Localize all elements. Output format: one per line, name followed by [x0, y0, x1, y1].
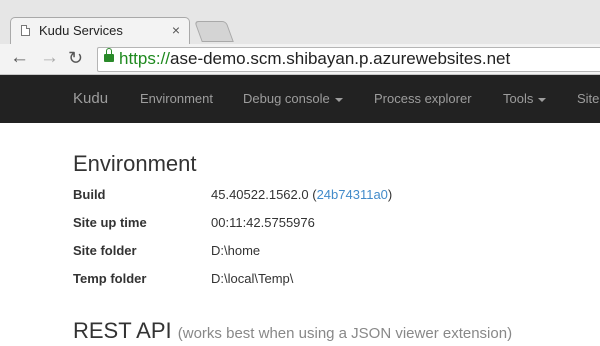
rest-api-heading: REST API (works best when using a JSON v…	[73, 318, 512, 344]
nav-environment[interactable]: Environment	[140, 91, 213, 106]
url-text: https://ase-demo.scm.shibayan.p.azureweb…	[119, 49, 510, 69]
url-scheme: https://	[119, 49, 171, 68]
navbar-brand[interactable]: Kudu	[73, 90, 108, 107]
url-host: ase-demo.scm.shibayan.p.azurewebsites.ne…	[170, 49, 511, 68]
nav-tools[interactable]: Tools	[503, 91, 547, 106]
reload-icon[interactable]: ↻	[68, 47, 83, 69]
tab-title: Kudu Services	[39, 23, 123, 38]
temp-folder-value: D:\local\Temp\	[211, 271, 294, 286]
nav-site[interactable]: Site	[577, 91, 599, 106]
site-folder-value: D:\home	[211, 243, 261, 258]
browser-tabstrip: Kudu Services ×	[0, 0, 600, 45]
uptime-value: 00:11:42.5755976	[211, 215, 315, 230]
page-icon	[21, 25, 30, 36]
back-icon[interactable]: ←	[10, 47, 29, 69]
chevron-down-icon	[334, 97, 343, 102]
forward-icon[interactable]: →	[40, 47, 59, 69]
rest-api-title: REST API	[73, 318, 172, 343]
main-content: Environment Build 45.40522.1562.0 (24b74…	[0, 123, 600, 346]
nav-debug-console-label: Debug console	[243, 91, 330, 106]
build-label: Build	[73, 187, 106, 202]
lock-icon	[104, 48, 114, 62]
rest-api-note: (works best when using a JSON viewer ext…	[177, 325, 513, 342]
nav-process-explorer[interactable]: Process explorer	[374, 91, 472, 106]
build-commit-link[interactable]: 24b74311a0	[317, 187, 388, 202]
site-folder-label: Site folder	[73, 243, 137, 258]
nav-debug-console[interactable]: Debug console	[243, 91, 343, 106]
build-version: 45.40522.1562.0	[211, 187, 309, 202]
chevron-down-icon	[538, 97, 547, 102]
new-tab-button[interactable]	[194, 21, 234, 42]
build-value: 45.40522.1562.0 (24b74311a0)	[211, 187, 393, 202]
browser-toolbar: ← → ↻ https://ase-demo.scm.shibayan.p.az…	[0, 44, 600, 75]
environment-heading: Environment	[73, 151, 197, 176]
nav-tools-label: Tools	[503, 91, 534, 106]
kudu-navbar: Kudu Environment Debug console Process e…	[0, 75, 600, 123]
uptime-label: Site up time	[73, 215, 147, 230]
browser-tab[interactable]: Kudu Services ×	[10, 17, 190, 45]
tab-close-icon[interactable]: ×	[172, 22, 180, 38]
temp-folder-label: Temp folder	[73, 271, 147, 286]
address-bar[interactable]: https://ase-demo.scm.shibayan.p.azureweb…	[97, 47, 600, 72]
